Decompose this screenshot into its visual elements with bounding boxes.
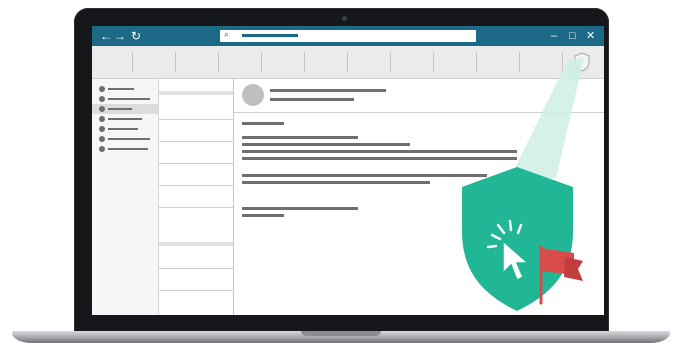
arrow-right-icon[interactable]: →: [114, 28, 126, 44]
browser-titlebar: ← → ↻ ⌕ – □ ✕: [92, 26, 604, 46]
address-bar[interactable]: ⌕: [220, 29, 476, 42]
toolbar-divider: [519, 52, 520, 72]
folder-label-placeholder: [108, 148, 148, 150]
toolbar-divider: [304, 52, 305, 72]
email-body-line: [242, 181, 430, 184]
report-phishing-shield-icon[interactable]: [574, 52, 590, 72]
folder-item[interactable]: [92, 144, 158, 154]
maximize-icon[interactable]: □: [569, 28, 576, 44]
arrow-left-icon[interactable]: ←: [100, 28, 112, 44]
folder-bullet: [99, 96, 105, 102]
refresh-icon[interactable]: ↻: [131, 28, 141, 44]
folder-label-placeholder: [108, 128, 138, 130]
folder-bullet: [99, 106, 105, 112]
sender-name-placeholder: [270, 89, 386, 92]
toolbar-divider: [132, 52, 133, 72]
header-divider: [234, 112, 604, 113]
folder-item-active[interactable]: [92, 104, 158, 114]
folder-label-placeholder: [108, 98, 150, 100]
folder-label-placeholder: [108, 138, 150, 140]
close-icon[interactable]: ✕: [586, 28, 595, 44]
folder-label-placeholder: [108, 118, 142, 120]
security-shield-illustration: [462, 167, 583, 311]
message-row-divider: [159, 185, 233, 186]
folder-bullet: [99, 146, 105, 152]
folder-label-placeholder: [108, 108, 132, 110]
folder-item[interactable]: [92, 94, 158, 104]
search-icon: ⌕: [224, 29, 230, 39]
toolbar-divider: [175, 52, 176, 72]
shield-icon: [462, 167, 573, 311]
webcam: [342, 16, 347, 21]
message-row-divider: [159, 119, 233, 120]
folder-item[interactable]: [92, 134, 158, 144]
toolbar-divider: [562, 52, 563, 72]
email-body-line: [242, 143, 410, 146]
message-row-divider: [159, 268, 233, 269]
message-group-band: [159, 242, 233, 246]
toolbar-divider: [433, 52, 434, 72]
toolbar-divider: [476, 52, 477, 72]
folder-bullet: [99, 136, 105, 142]
folder-label-placeholder: [108, 88, 134, 90]
folder-pane: [92, 79, 159, 315]
sender-avatar: [242, 84, 264, 106]
email-body-line: [242, 136, 358, 139]
folder-item[interactable]: [92, 84, 158, 94]
email-body-line: [242, 157, 517, 160]
toolbar-divider: [218, 52, 219, 72]
message-row-divider: [159, 207, 233, 208]
message-list: [159, 79, 234, 315]
folder-bullet: [99, 126, 105, 132]
toolbar-divider: [261, 52, 262, 72]
email-greeting-placeholder: [242, 122, 284, 125]
message-row-divider: [159, 290, 233, 291]
folder-item[interactable]: [92, 114, 158, 124]
selected-message-band: [159, 91, 233, 95]
address-text-placeholder: [242, 34, 298, 37]
folder-bullet: [99, 86, 105, 92]
toolbar-divider: [347, 52, 348, 72]
folder-bullet: [99, 116, 105, 122]
email-signoff-line: [242, 207, 358, 210]
message-row-divider: [159, 163, 233, 164]
toolbar-divider: [390, 52, 391, 72]
ribbon-toolbar: [92, 46, 604, 79]
email-signature-line: [242, 214, 284, 217]
folder-item[interactable]: [92, 124, 158, 134]
sender-address-placeholder: [270, 98, 354, 101]
laptop-notch: [301, 331, 381, 336]
message-row-divider: [159, 141, 233, 142]
email-body-line: [242, 150, 517, 153]
minimize-icon[interactable]: –: [551, 28, 557, 44]
